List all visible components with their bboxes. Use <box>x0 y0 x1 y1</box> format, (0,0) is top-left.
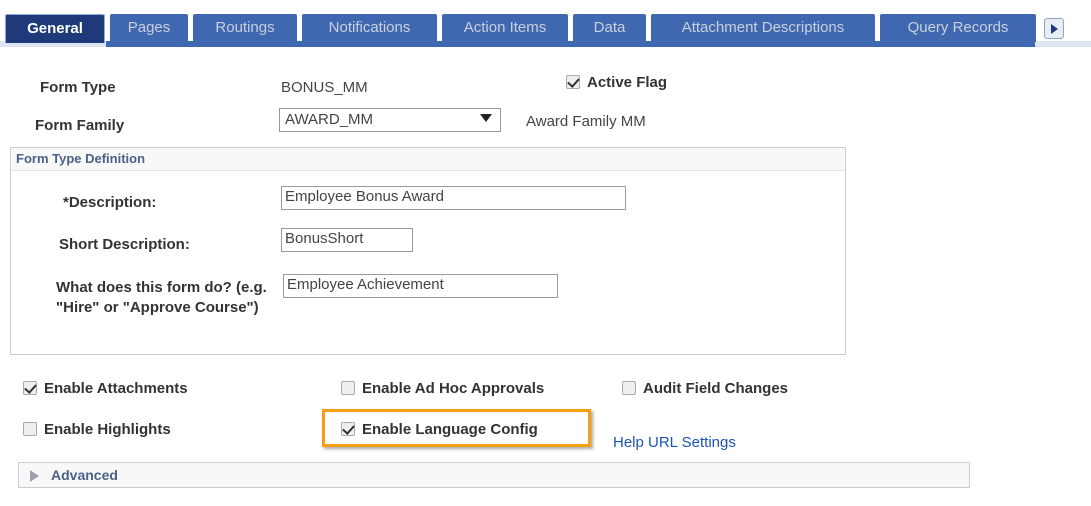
enable-highlights-row: Enable Highlights <box>23 421 171 439</box>
short-description-input[interactable]: BonusShort <box>281 228 413 252</box>
short-description-label: Short Description: <box>59 236 190 253</box>
triangle-right-icon <box>30 470 39 482</box>
active-flag-label: Active Flag <box>587 74 668 91</box>
active-flag-checkbox[interactable] <box>566 75 580 89</box>
tab-data[interactable]: Data <box>573 14 646 42</box>
enable-ad-hoc-approvals-checkbox[interactable] <box>341 381 355 395</box>
tab-bar: General Pages Routings Notifications Act… <box>0 14 1091 46</box>
tab-general[interactable]: General <box>5 14 105 43</box>
tab-notifications[interactable]: Notifications <box>302 14 437 42</box>
form-family-select[interactable]: AWARD_MM <box>279 108 501 132</box>
chevron-right-icon[interactable] <box>1044 18 1064 39</box>
enable-ad-hoc-approvals-label: Enable Ad Hoc Approvals <box>362 380 545 397</box>
audit-field-changes-label: Audit Field Changes <box>643 380 789 397</box>
enable-attachments-row: Enable Attachments <box>23 380 188 398</box>
enable-highlights-label: Enable Highlights <box>44 421 171 438</box>
tab-routings[interactable]: Routings <box>193 14 297 42</box>
tab-query-records[interactable]: Query Records <box>880 14 1036 42</box>
description-input[interactable]: Employee Bonus Award <box>281 186 626 210</box>
audit-field-changes-checkbox[interactable] <box>622 381 636 395</box>
form-type-definition-title: Form Type Definition <box>11 148 845 171</box>
advanced-section-toggle[interactable]: Advanced <box>18 462 970 488</box>
enable-language-config-checkbox[interactable] <box>341 422 355 436</box>
tab-attachment-descriptions[interactable]: Attachment Descriptions <box>651 14 875 42</box>
form-family-description: Award Family MM <box>526 113 646 130</box>
enable-language-config-highlight: Enable Language Config <box>322 409 591 447</box>
audit-field-changes-row: Audit Field Changes <box>622 380 788 398</box>
what-does-form-do-label: What does this form do? (e.g. "Hire" or … <box>56 279 267 316</box>
form-type-definition-panel: Form Type Definition *Description: Emplo… <box>10 147 846 355</box>
form-type-value: BONUS_MM <box>281 79 368 96</box>
tab-action-items[interactable]: Action Items <box>442 14 568 42</box>
enable-language-config-label: Enable Language Config <box>362 421 538 438</box>
active-flag-row: Active Flag <box>566 74 667 92</box>
enable-language-config-row: Enable Language Config <box>341 421 538 439</box>
what-does-form-do-input[interactable]: Employee Achievement <box>283 274 558 298</box>
form-family-label: Form Family <box>35 117 125 134</box>
enable-attachments-label: Enable Attachments <box>44 380 188 397</box>
form-type-label: Form Type <box>40 79 116 96</box>
enable-ad-hoc-approvals-row: Enable Ad Hoc Approvals <box>341 380 544 398</box>
description-label: *Description: <box>63 194 157 211</box>
enable-attachments-checkbox[interactable] <box>23 381 37 395</box>
help-url-settings-link[interactable]: Help URL Settings <box>613 434 736 451</box>
advanced-section-label: Advanced <box>51 467 118 483</box>
tab-pages[interactable]: Pages <box>110 14 188 42</box>
enable-highlights-checkbox[interactable] <box>23 422 37 436</box>
